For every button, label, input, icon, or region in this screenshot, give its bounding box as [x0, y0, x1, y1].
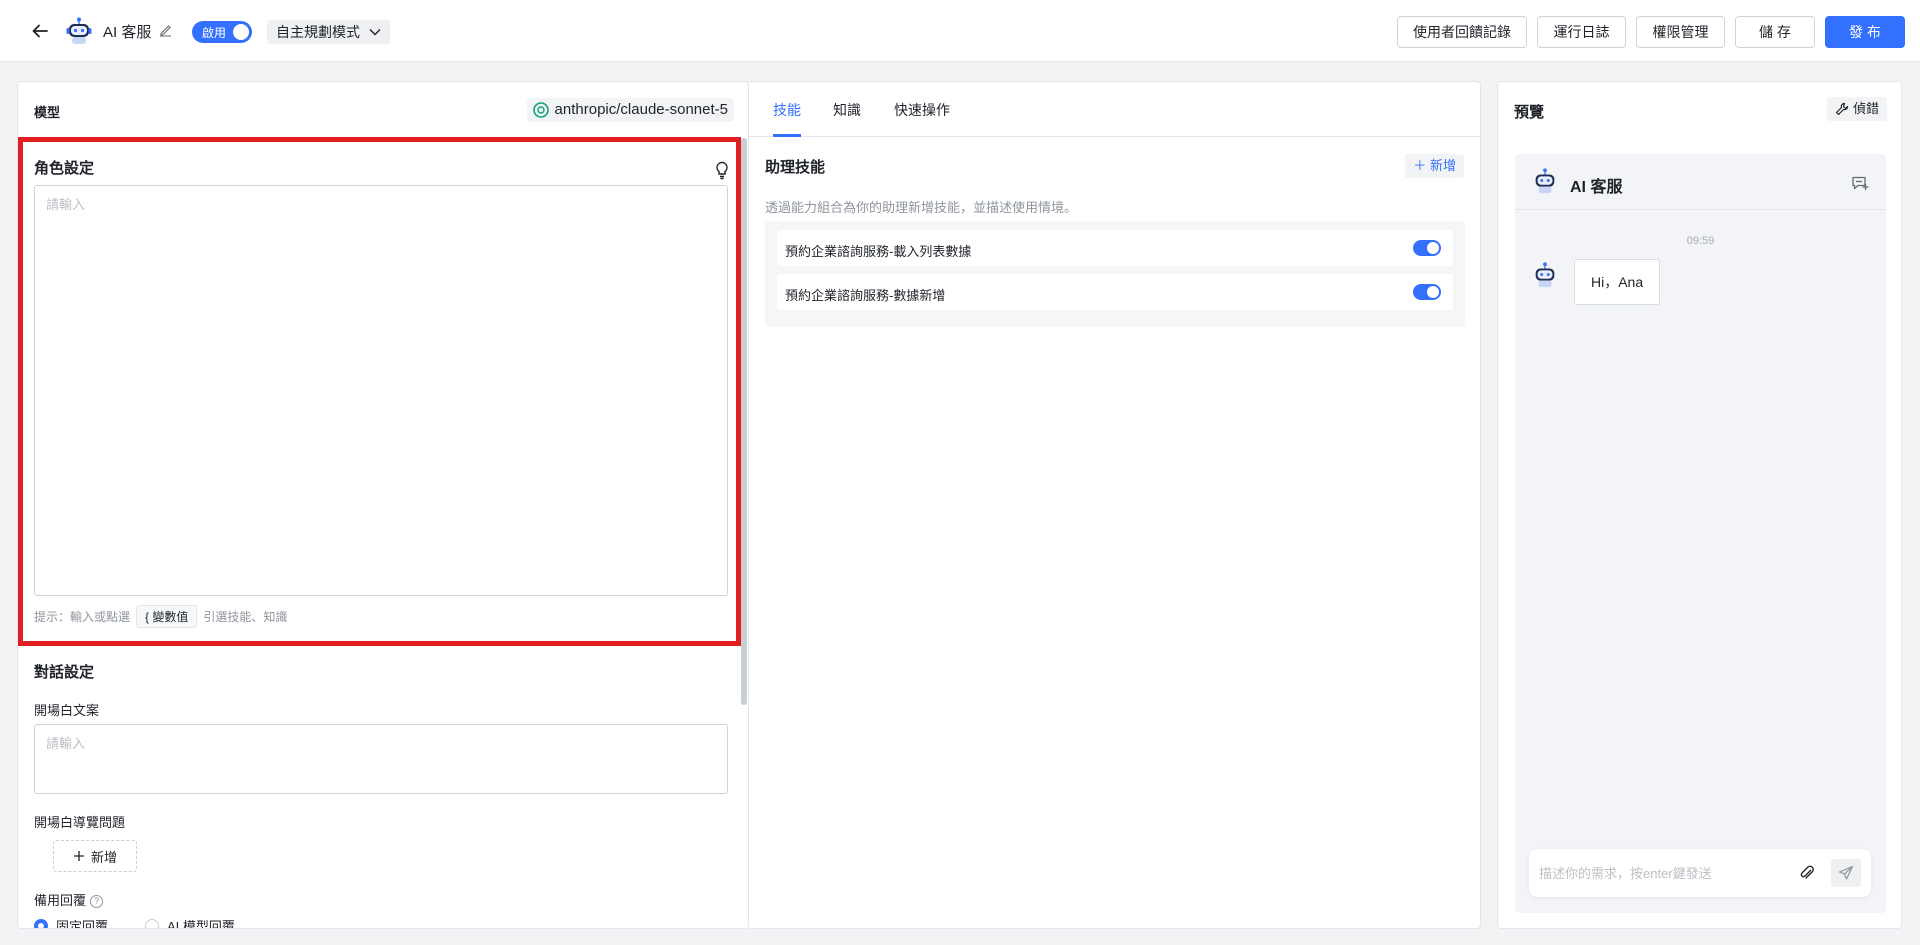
skills-panel: 技能 知識 快速操作 助理技能 ＋ 新增 透過能力組合為你的助理新增技能，並描述…	[749, 81, 1481, 929]
assistant-skills-title: 助理技能	[765, 159, 826, 176]
run-log-button[interactable]: 運行日誌	[1537, 16, 1626, 48]
chat-header: AI 客服	[1515, 154, 1886, 210]
toggle-knob	[1427, 242, 1439, 254]
radio-dot	[145, 918, 159, 928]
debug-label: 偵錯	[1852, 101, 1879, 116]
chat-preview: AI 客服 09:59 Hi，Ana	[1515, 154, 1886, 913]
lightbulb-icon[interactable]	[712, 160, 732, 180]
plus-icon	[73, 851, 84, 861]
radio-dot	[34, 918, 48, 928]
send-button[interactable]	[1831, 859, 1861, 887]
new-chat-icon[interactable]	[1850, 173, 1870, 193]
skill-name: 預約企業諮詢服務-載入列表數據	[785, 244, 972, 259]
model-label: 模型	[34, 105, 61, 120]
hint-suffix: 引選技能、知識	[203, 610, 288, 624]
send-icon	[1838, 865, 1854, 880]
help-icon[interactable]: ?	[90, 895, 104, 908]
feedback-log-button[interactable]: 使用者回饋記錄	[1397, 16, 1527, 48]
fallback-reply-label: 備用回覆?	[34, 890, 104, 909]
robot-icon	[1535, 262, 1555, 288]
config-panel: 模型 anthropic/claude-sonnet-5 角色設定 提示：輸入或…	[17, 81, 749, 929]
paperclip-icon[interactable]	[1798, 864, 1816, 882]
enable-toggle-label: 啟用	[202, 26, 227, 40]
opening-text-input[interactable]	[34, 724, 728, 794]
variable-chip[interactable]: { 變數值	[136, 605, 198, 628]
fallback-reply-text: 備用回覆	[34, 893, 87, 908]
skill-toggle[interactable]	[1413, 284, 1441, 300]
add-label: 新增	[1429, 158, 1456, 173]
chat-input[interactable]	[1539, 862, 1789, 884]
back-arrow-icon[interactable]	[28, 19, 52, 43]
add-skill-button[interactable]: ＋ 新增	[1405, 154, 1464, 178]
model-name: anthropic/claude-sonnet-5	[554, 101, 728, 118]
skills-description: 透過能力組合為你的助理新增技能，並描述使用情境。	[765, 200, 1078, 215]
tab-knowledge[interactable]: 知識	[833, 100, 861, 120]
role-settings-input[interactable]	[34, 185, 728, 596]
message-timestamp: 09:59	[1686, 235, 1715, 247]
model-logo-icon	[532, 102, 549, 118]
robot-icon	[1535, 168, 1555, 194]
skill-name: 預約企業諮詢服務-數據新增	[785, 288, 946, 303]
radio-ai-reply[interactable]: AI 模型回覆	[145, 916, 235, 929]
mode-select-value: 自主規劃模式	[276, 24, 360, 40]
role-settings-title: 角色設定	[34, 160, 95, 177]
radio-fixed-reply[interactable]: 固定回覆	[34, 916, 109, 929]
dialog-settings-title: 對話設定	[34, 664, 95, 681]
enable-toggle[interactable]: 啟用	[192, 21, 252, 43]
chat-bot-name: AI 客服	[1570, 179, 1623, 196]
mode-select[interactable]: 自主規劃模式	[267, 20, 390, 44]
publish-button[interactable]: 發 布	[1825, 16, 1905, 48]
chat-input-box	[1529, 849, 1871, 897]
scrollbar[interactable]	[741, 138, 747, 705]
permissions-button[interactable]: 權限管理	[1636, 16, 1725, 48]
debug-button[interactable]: 偵錯	[1826, 97, 1887, 121]
preview-panel: 預覽 偵錯 AI 客服 09:59 Hi，Ana 描述你的需求，按enter鍵發…	[1497, 81, 1902, 929]
radio-label: AI 模型回覆	[167, 919, 235, 929]
preview-title: 預覽	[1514, 104, 1545, 121]
hint-prefix: 提示：輸入或點選	[34, 610, 131, 624]
top-bar: AI 客服 啟用 自主規劃模式 使用者回饋記錄 運行日誌 權限管理 儲 存 發 …	[0, 0, 1920, 62]
skill-toggle[interactable]	[1413, 240, 1441, 256]
add-guide-question-button[interactable]: 新增	[53, 840, 137, 872]
tab-bar: 技能 知識 快速操作	[749, 82, 1480, 137]
tab-skills[interactable]: 技能	[773, 100, 801, 120]
tab-quick-actions[interactable]: 快速操作	[894, 100, 950, 120]
app-title: AI 客服	[103, 24, 152, 41]
save-button[interactable]: 儲 存	[1735, 16, 1815, 48]
plus-icon: ＋	[1413, 158, 1427, 173]
bot-message-bubble: Hi，Ana	[1574, 259, 1661, 305]
skills-list: 預約企業諮詢服務-載入列表數據 預約企業諮詢服務-數據新增	[765, 221, 1465, 327]
pencil-icon[interactable]	[158, 23, 173, 38]
toggle-knob	[1427, 286, 1439, 298]
model-selector[interactable]: anthropic/claude-sonnet-5	[526, 98, 734, 122]
wrench-icon	[1835, 102, 1849, 116]
active-tab-indicator	[773, 134, 801, 137]
opening-text-label: 開場白文案	[34, 703, 100, 718]
robot-icon	[66, 17, 92, 44]
skill-row[interactable]: 預約企業諮詢服務-數據新增	[777, 274, 1453, 310]
guide-questions-label: 開場白導覽問題	[34, 815, 126, 830]
toggle-knob	[233, 24, 249, 40]
add-label: 新增	[90, 849, 117, 865]
chevron-down-icon	[369, 29, 381, 36]
variable-hint: 提示：輸入或點選 { 變數值 引選技能、知識	[34, 605, 287, 628]
radio-label: 固定回覆	[56, 919, 109, 929]
skill-row[interactable]: 預約企業諮詢服務-載入列表數據	[777, 230, 1453, 266]
